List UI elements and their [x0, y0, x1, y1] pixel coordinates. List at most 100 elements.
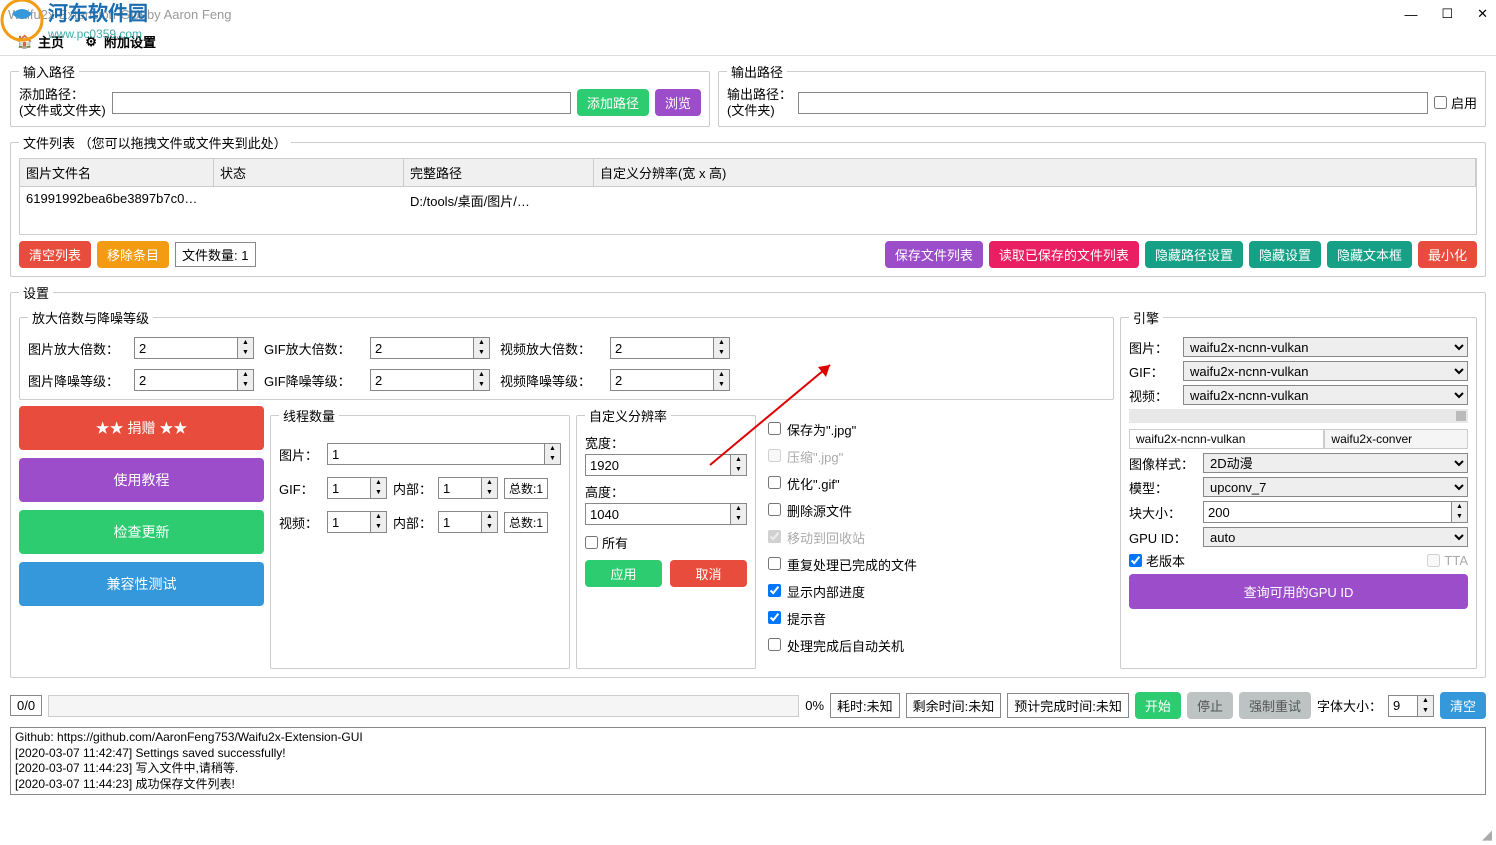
col-status: 状态 [214, 159, 404, 186]
add-path-button[interactable]: 添加路径 [577, 89, 649, 116]
thread-img-label: 图片： [279, 445, 321, 464]
force-retry-button[interactable]: 强制重试 [1239, 692, 1311, 719]
progress-percent: 0% [805, 698, 824, 713]
custom-res-legend: 自定义分辨率 [585, 406, 671, 425]
engine-subtabs: waifu2x-ncnn-vulkan waifu2x-conver [1129, 429, 1468, 449]
col-filename: 图片文件名 [20, 159, 214, 186]
auto-shutdown-checkbox[interactable]: 处理完成后自动关机 [768, 636, 1108, 655]
gpu-label: GPU ID： [1129, 528, 1197, 547]
stop-button[interactable]: 停止 [1187, 692, 1233, 719]
output-path-field[interactable] [798, 92, 1428, 114]
width-spinner[interactable]: ▲▼ [585, 454, 747, 476]
output-path-legend: 输出路径 [727, 62, 787, 81]
img-scale-spinner[interactable]: ▲▼ [134, 337, 254, 359]
input-path-field[interactable] [112, 92, 571, 114]
table-row[interactable]: 61991992bea6be3897b7c0… D:/tools/桌面/图片/… [20, 187, 1476, 214]
gif-scale-spinner[interactable]: ▲▼ [370, 337, 490, 359]
input-path-group: 输入路径 添加路径： (文件或文件夹) 添加路径 浏览 [10, 62, 710, 127]
vid-dn-spinner[interactable]: ▲▼ [610, 369, 730, 391]
log-textbox[interactable]: Github: https://github.com/AaronFeng753/… [10, 727, 1486, 795]
del-src-checkbox[interactable]: 删除源文件 [768, 501, 1108, 520]
clear-list-button[interactable]: 清空列表 [19, 241, 91, 268]
tutorial-button[interactable]: 使用教程 [19, 458, 264, 502]
donate-button[interactable]: ★★ 捐赠 ★★ [19, 406, 264, 450]
clear-log-button[interactable]: 清空 [1440, 692, 1486, 719]
remain-time: 剩余时间:未知 [906, 693, 1002, 718]
output-enable-checkbox[interactable]: 启用 [1434, 93, 1477, 112]
start-button[interactable]: 开始 [1135, 692, 1181, 719]
thread-vid-spinner[interactable]: ▲▼ [327, 511, 387, 533]
scroll-hint[interactable] [1129, 409, 1468, 423]
engine-vid-label: 视频： [1129, 386, 1177, 405]
close-icon[interactable]: ✕ [1477, 6, 1488, 22]
save-list-button[interactable]: 保存文件列表 [885, 241, 983, 268]
remove-item-button[interactable]: 移除条目 [97, 241, 169, 268]
img-dn-label: 图片降噪等级： [28, 371, 124, 390]
reprocess-checkbox[interactable]: 重复处理已完成的文件 [768, 555, 1108, 574]
sound-checkbox[interactable]: 提示音 [768, 609, 1108, 628]
hide-path-button[interactable]: 隐藏路径设置 [1145, 241, 1243, 268]
oldver-checkbox[interactable]: 老版本 [1129, 551, 1185, 570]
hide-settings-button[interactable]: 隐藏设置 [1249, 241, 1321, 268]
model-select[interactable]: upconv_7 [1203, 477, 1468, 497]
file-count: 文件数量: 1 [175, 242, 255, 267]
save-jpg-checkbox[interactable]: 保存为".jpg" [768, 420, 1108, 439]
scale-legend: 放大倍数与降噪等级 [28, 308, 153, 327]
gpu-select[interactable]: auto [1203, 527, 1468, 547]
browse-button[interactable]: 浏览 [655, 89, 701, 116]
home-icon: 🏠 [16, 33, 34, 51]
log-line: Github: https://github.com/AaronFeng753/… [15, 730, 1481, 746]
vid-scale-spinner[interactable]: ▲▼ [610, 337, 730, 359]
minimize-button[interactable]: 最小化 [1418, 241, 1477, 268]
gif-scale-label: GIF放大倍数： [264, 339, 360, 358]
engine-tab-vulkan[interactable]: waifu2x-ncnn-vulkan [1129, 429, 1324, 448]
block-spinner[interactable]: ▲▼ [1203, 501, 1468, 523]
all-checkbox[interactable]: 所有 [585, 533, 747, 552]
engine-tab-converter[interactable]: waifu2x-conver [1324, 429, 1468, 448]
cancel-button[interactable]: 取消 [670, 560, 747, 587]
eta-time: 预计完成时间:未知 [1007, 693, 1129, 718]
engine-vid-select[interactable]: waifu2x-ncnn-vulkan [1183, 385, 1468, 405]
thread-img-spinner[interactable]: ▲▼ [327, 443, 561, 465]
img-dn-spinner[interactable]: ▲▼ [134, 369, 254, 391]
compat-test-button[interactable]: 兼容性测试 [19, 562, 264, 606]
gif-dn-spinner[interactable]: ▲▼ [370, 369, 490, 391]
statusbar: ◢ [0, 799, 1496, 819]
log-line: [2020-03-07 11:44:23] 写入文件中,请稍等. [15, 761, 1481, 777]
settings-legend: 设置 [19, 283, 53, 302]
thread-gif-label: GIF： [279, 479, 321, 498]
log-line: [2020-03-07 11:42:47] Settings saved suc… [15, 746, 1481, 762]
titlebar: Waifu2x-Extension-GUI by Aaron Feng — ☐ … [0, 0, 1496, 28]
engine-gif-select[interactable]: waifu2x-ncnn-vulkan [1183, 361, 1468, 381]
col-res: 自定义分辨率(宽 x 高) [594, 159, 1476, 186]
fontsize-label: 字体大小： [1317, 696, 1382, 715]
thread-gif-spinner[interactable]: ▲▼ [327, 477, 387, 499]
optimize-gif-checkbox[interactable]: 优化".gif" [768, 474, 1108, 493]
show-progress-checkbox[interactable]: 显示内部进度 [768, 582, 1108, 601]
fontsize-spinner[interactable]: ▲▼ [1388, 695, 1434, 717]
thread-gif-int-spinner[interactable]: ▲▼ [438, 477, 498, 499]
query-gpu-button[interactable]: 查询可用的GPU ID [1129, 574, 1468, 609]
thread-vid-int-spinner[interactable]: ▲▼ [438, 511, 498, 533]
bottom-bar: 0/0 0% 耗时:未知 剩余时间:未知 预计完成时间:未知 开始 停止 强制重… [0, 688, 1496, 723]
file-table-header: 图片文件名 状态 完整路径 自定义分辨率(宽 x 高) [19, 158, 1477, 187]
height-label: 高度： [585, 482, 747, 501]
file-list-group: 文件列表 （您可以拖拽文件或文件夹到此处） 图片文件名 状态 完整路径 自定义分… [10, 133, 1486, 277]
threads-group: 线程数量 图片： ▲▼ GIF： ▲▼ 内部： ▲▼ 总数:1 [270, 406, 570, 669]
apply-button[interactable]: 应用 [585, 560, 662, 587]
tab-extra[interactable]: ⚙ 附加设置 [74, 28, 164, 55]
tab-main[interactable]: 🏠 主页 [8, 28, 72, 55]
check-update-button[interactable]: 检查更新 [19, 510, 264, 554]
engine-img-select[interactable]: waifu2x-ncnn-vulkan [1183, 337, 1468, 357]
read-list-button[interactable]: 读取已保存的文件列表 [989, 241, 1139, 268]
minimize-icon[interactable]: — [1404, 7, 1417, 22]
file-table-body[interactable]: 61991992bea6be3897b7c0… D:/tools/桌面/图片/… [19, 187, 1477, 235]
engine-img-label: 图片： [1129, 338, 1177, 357]
hide-textbox-button[interactable]: 隐藏文本框 [1327, 241, 1412, 268]
vid-scale-label: 视频放大倍数： [500, 339, 600, 358]
height-spinner[interactable]: ▲▼ [585, 503, 747, 525]
resize-grip-icon[interactable]: ◢ [1482, 827, 1492, 843]
vid-dn-label: 视频降噪等级： [500, 371, 600, 390]
maximize-icon[interactable]: ☐ [1441, 6, 1453, 22]
style-select[interactable]: 2D动漫 [1203, 453, 1468, 473]
